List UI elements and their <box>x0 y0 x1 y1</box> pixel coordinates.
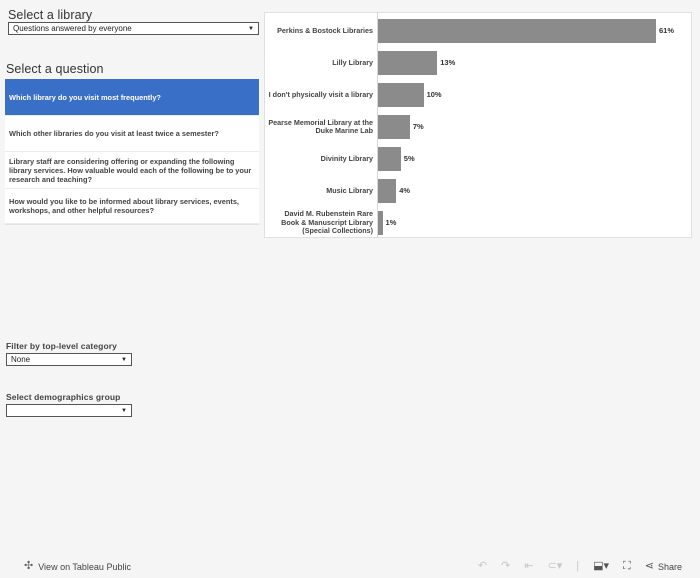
bar-category-label: David M. Rubenstein Rare Book & Manuscri… <box>281 209 373 235</box>
pause-icon[interactable]: ⊂▾ <box>548 561 563 572</box>
revert-icon[interactable]: ⇤ <box>524 561 533 572</box>
toolbar: ↶ ↷ ⇤ ⊂▾ | ⬓▾ ⛶ ⋖ Share <box>478 561 682 572</box>
bar[interactable] <box>378 51 438 75</box>
redo-icon[interactable]: ↷ <box>501 561 510 572</box>
bar-category-label: Lilly Library <box>332 57 373 67</box>
library-dropdown-value: Questions answered by everyone <box>13 24 132 33</box>
question-item[interactable]: Which library do you visit most frequent… <box>5 79 259 116</box>
chevron-down-icon: ▼ <box>248 25 254 32</box>
demographics-dropdown[interactable]: ▼ <box>6 404 132 417</box>
chevron-down-icon: ▼ <box>121 356 127 363</box>
bar-value-label: 5% <box>403 154 415 163</box>
question-item[interactable]: Library staff are considering offering o… <box>5 152 259 189</box>
divider-icon: | <box>576 560 580 572</box>
question-item[interactable]: How would you like to be informed about … <box>5 189 259 224</box>
category-filter-heading: Filter by top-level category <box>6 341 117 351</box>
view-on-tableau-label: View on Tableau Public <box>38 561 131 572</box>
bar-value-label: 13% <box>440 58 456 67</box>
library-filter-heading: Select a library <box>8 8 93 22</box>
bar-value-label: 61% <box>659 26 675 35</box>
bar-category-label: Divinity Library <box>320 153 373 163</box>
fullscreen-icon[interactable]: ⛶ <box>623 561 631 572</box>
bar-value-label: 1% <box>385 218 397 227</box>
undo-icon[interactable]: ↶ <box>478 561 487 572</box>
tableau-logo-icon: ✣ <box>24 560 34 572</box>
demographics-filter-heading: Select demographics group <box>6 392 121 402</box>
question-item[interactable]: Which other libraries do you visit at le… <box>5 116 259 152</box>
bar-value-label: 4% <box>399 186 411 195</box>
bar-category-label: Perkins & Bostock Libraries <box>277 25 373 35</box>
question-filter-heading: Select a question <box>6 62 104 76</box>
view-on-tableau-link[interactable]: ✣ View on Tableau Public <box>24 561 131 572</box>
chevron-down-icon: ▼ <box>121 407 127 414</box>
share-button[interactable]: ⋖ Share <box>645 561 682 572</box>
library-dropdown[interactable]: Questions answered by everyone ▼ <box>8 22 259 35</box>
bar-category-label: I don't physically visit a library <box>268 89 373 99</box>
download-icon[interactable]: ⬓▾ <box>593 561 609 572</box>
bar[interactable] <box>378 211 383 235</box>
bar[interactable] <box>378 115 410 139</box>
tableau-footer: ✣ View on Tableau Public ↶ ↷ ⇤ ⊂▾ | ⬓▾ ⛶… <box>0 556 700 578</box>
share-label: Share <box>657 561 682 572</box>
bar[interactable] <box>378 179 397 203</box>
category-dropdown[interactable]: None ▼ <box>6 353 132 366</box>
share-icon: ⋖ <box>644 560 654 572</box>
bar-value-label: 10% <box>426 90 442 99</box>
bar[interactable] <box>378 147 401 171</box>
bar[interactable] <box>378 19 656 43</box>
question-list: Which library do you visit most frequent… <box>5 79 259 225</box>
bar-category-label: Pearse Memorial Library at the Duke Mari… <box>268 117 373 135</box>
category-dropdown-value: None <box>11 355 31 364</box>
bar[interactable] <box>378 83 424 107</box>
bar-value-label: 7% <box>412 122 424 131</box>
bar-category-label: Music Library <box>326 185 373 195</box>
